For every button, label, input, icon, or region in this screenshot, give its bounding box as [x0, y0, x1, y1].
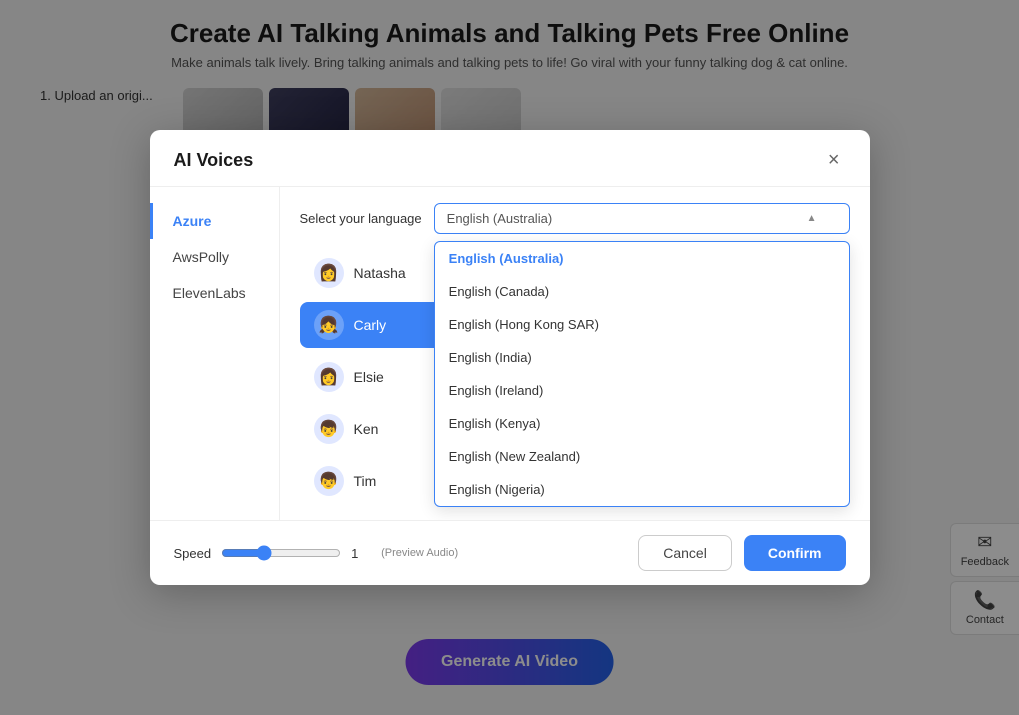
tim-avatar-icon: 👦 — [319, 471, 339, 491]
voice-provider-sidebar: Azure AwsPolly ElevenLabs — [150, 187, 280, 520]
dropdown-item-en-ng[interactable]: English (Nigeria) — [435, 473, 849, 506]
sidebar-tab-awspolly[interactable]: AwsPolly — [150, 239, 279, 275]
voice-avatar-ken: 👦 — [314, 414, 344, 444]
language-dropdown: English (Australia) English (Canada) Eng… — [434, 241, 850, 507]
footer-buttons: Cancel Confirm — [638, 535, 845, 571]
sidebar-tab-elevenlabs[interactable]: ElevenLabs — [150, 275, 279, 311]
speed-row: Speed 1 (Preview Audio) — [174, 545, 459, 561]
voice-name-carly: Carly — [354, 317, 387, 333]
voice-selection-content: Select your language English (Australia)… — [280, 187, 870, 520]
speed-value: 1 — [351, 546, 367, 561]
ai-voices-modal: AI Voices × Azure AwsPolly ElevenLabs Se… — [150, 130, 870, 585]
dropdown-item-en-nz[interactable]: English (New Zealand) — [435, 440, 849, 473]
voice-avatar-natasha: 👩 — [314, 258, 344, 288]
dropdown-item-en-hk[interactable]: English (Hong Kong SAR) — [435, 308, 849, 341]
language-label: Select your language — [300, 211, 422, 226]
chevron-up-icon: ▲ — [807, 213, 817, 224]
dropdown-item-en-in[interactable]: English (India) — [435, 341, 849, 374]
language-select-wrapper: English (Australia) ▲ English (Australia… — [434, 203, 850, 234]
natasha-avatar-icon: 👩 — [319, 263, 339, 283]
modal-close-button[interactable]: × — [822, 148, 846, 172]
speed-slider[interactable] — [221, 545, 341, 561]
dropdown-item-en-ie[interactable]: English (Ireland) — [435, 374, 849, 407]
voice-name-ken: Ken — [354, 421, 379, 437]
modal-title: AI Voices — [174, 150, 254, 171]
voice-avatar-elsie: 👩 — [314, 362, 344, 392]
dropdown-item-en-ca[interactable]: English (Canada) — [435, 275, 849, 308]
language-selected-value: English (Australia) — [447, 211, 553, 226]
sidebar-tab-azure[interactable]: Azure — [150, 203, 279, 239]
modal-body: Azure AwsPolly ElevenLabs Select your la… — [150, 187, 870, 520]
confirm-button[interactable]: Confirm — [744, 535, 846, 571]
speed-label: Speed — [174, 546, 212, 561]
elsie-avatar-icon: 👩 — [319, 367, 339, 387]
ken-avatar-icon: 👦 — [319, 419, 339, 439]
dropdown-item-en-au[interactable]: English (Australia) — [435, 242, 849, 275]
language-row: Select your language English (Australia)… — [300, 203, 850, 234]
dropdown-item-en-ke[interactable]: English (Kenya) — [435, 407, 849, 440]
voice-name-tim: Tim — [354, 473, 377, 489]
carly-avatar-icon: 👧 — [319, 315, 339, 335]
cancel-button[interactable]: Cancel — [638, 535, 732, 571]
voice-name-natasha: Natasha — [354, 265, 406, 281]
voice-name-elsie: Elsie — [354, 369, 384, 385]
modal-overlay: AI Voices × Azure AwsPolly ElevenLabs Se… — [0, 0, 1019, 715]
modal-footer: Speed 1 (Preview Audio) Cancel Confirm — [150, 520, 870, 585]
voice-avatar-tim: 👦 — [314, 466, 344, 496]
voice-avatar-carly: 👧 — [314, 310, 344, 340]
preview-audio-label: (Preview Audio) — [381, 547, 458, 559]
language-select[interactable]: English (Australia) ▲ — [434, 203, 850, 234]
modal-header: AI Voices × — [150, 130, 870, 187]
